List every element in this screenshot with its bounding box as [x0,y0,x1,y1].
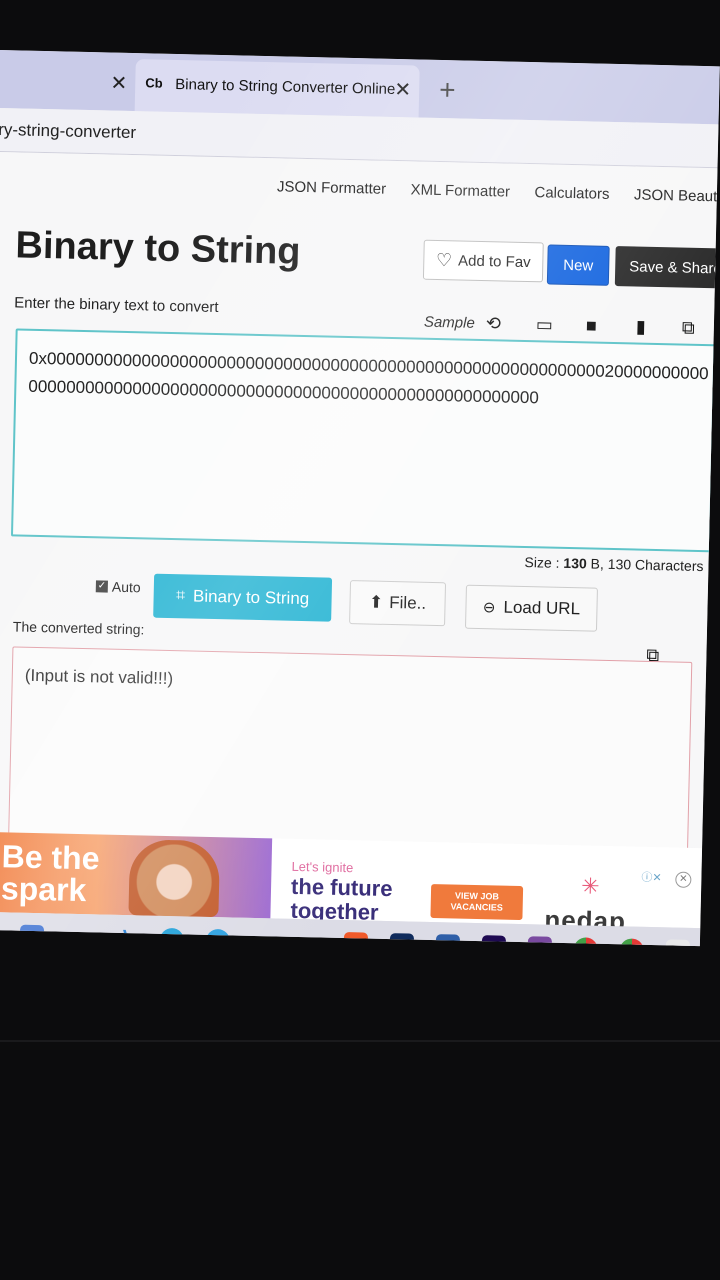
checkbox-checked-icon: ✓ [95,580,108,593]
notepad-icon[interactable]: ≡ [665,939,690,947]
input-value: 0x00000000000000000000000000000000000000… [28,348,709,408]
monitor-screen: ✕ Cb Binary to String Converter Online ✕… [0,50,720,947]
size-prefix: Size : [524,554,564,571]
binary-input-textarea[interactable]: 0x00000000000000000000000000000000000000… [10,328,716,553]
close-icon[interactable]: ✕ [110,71,127,96]
ad-tagline-small: Let's ignite [291,858,354,876]
telegram-icon[interactable]: ➤ [205,928,231,947]
size-suffix: B, 130 Characters [586,555,704,575]
size-value: 130 [563,554,587,572]
auto-checkbox[interactable]: ✓ Auto [95,578,141,596]
nav-xml-formatter[interactable]: XML Formatter [410,181,510,200]
feather-icon[interactable]: ✒ [298,931,323,946]
tab-title: Binary to String Converter Online [175,75,396,98]
maps-icon[interactable]: ◆ [435,934,461,947]
ad-person-image [128,839,221,918]
web-page: JSON Formatter XML Formatter Calculators… [0,151,720,862]
monitor-bezel-edge [0,1040,720,1042]
history-icon[interactable]: ⟲ [486,313,502,334]
capcut-icon[interactable]: ✂ [250,930,275,946]
brave-icon[interactable]: ♦ [343,932,369,947]
add-to-fav-label: Add to Fav [457,251,531,271]
add-to-fav-button[interactable]: ♡ Add to Fav [422,239,544,283]
size-info: Size : 130 B, 130 Characters [524,554,703,574]
auto-label: Auto [111,578,141,596]
convert-button[interactable]: ⌗ Binary to String [153,573,333,622]
browser-tab-previous[interactable]: ✕ [0,60,136,109]
nav-json-beautifier[interactable]: JSON Beautifier [634,186,720,205]
ad-close-icon[interactable]: ✕ [675,871,692,888]
edge-icon[interactable]: e [159,927,185,947]
input-label: Enter the binary text to convert [14,294,219,317]
sample-link[interactable]: Sample [424,314,475,332]
folder-icon[interactable]: ▭ [536,314,553,335]
load-url-label: Load URL [503,597,581,619]
photoshop-icon[interactable]: Ps [389,933,415,947]
browser-tab-active[interactable]: Cb Binary to String Converter Online ✕ [134,59,420,118]
premiere-icon[interactable]: Pr [481,935,507,947]
load-url-button[interactable]: ⊖ Load URL [464,584,598,632]
ad-tagline-big: the future together [290,873,393,925]
vlc-icon[interactable]: ▲ [68,926,93,946]
nav-calculators[interactable]: Calculators [534,184,609,203]
close-icon[interactable]: ✕ [394,77,411,102]
new-button[interactable]: New [546,244,610,286]
crop-icon: ⌗ [175,587,186,605]
save-share-button[interactable]: Save & Share [614,246,720,289]
vscode-icon[interactable]: ⟩ [114,927,139,946]
upload-icon: ⬆ [368,592,384,612]
favicon-icon: Cb [145,75,163,91]
store-icon[interactable]: ▦ [19,924,45,947]
file-label: File.. [389,592,427,613]
ad-star-icon: ✳ [580,873,600,899]
chrome-profile-icon[interactable]: ● [619,938,645,947]
url-text[interactable]: ry-string-converter [0,120,136,143]
page-title: Binary to String [15,224,302,273]
nav-json-formatter[interactable]: JSON Formatter [277,178,387,197]
output-textarea[interactable]: (Input is not valid!!!) [7,646,693,862]
winrar-icon[interactable]: ▤ [527,936,553,947]
link-icon: ⊖ [482,599,496,617]
copy-icon[interactable]: ⧉ [682,318,695,339]
file-button[interactable]: ⬆ File.. [349,580,447,627]
chrome-icon[interactable]: ● [573,937,599,947]
ad-headline: Be the spark [0,838,100,909]
ad-choices-icon[interactable]: ⓘ✕ [641,869,662,885]
save-icon[interactable]: ■ [586,315,597,336]
convert-label: Binary to String [192,586,310,609]
output-value: (Input is not valid!!!) [24,665,174,689]
ad-hero: Be the spark [0,831,273,919]
output-label: The converted string: [12,618,145,638]
ad-cta-button[interactable]: VIEW JOB VACANCIES [430,883,524,921]
top-nav: JSON Formatter XML Formatter Calculators… [277,178,720,207]
new-tab-button[interactable]: + [439,74,456,106]
heart-icon: ♡ [435,249,453,270]
trash-icon[interactable]: ▮ [636,317,646,338]
